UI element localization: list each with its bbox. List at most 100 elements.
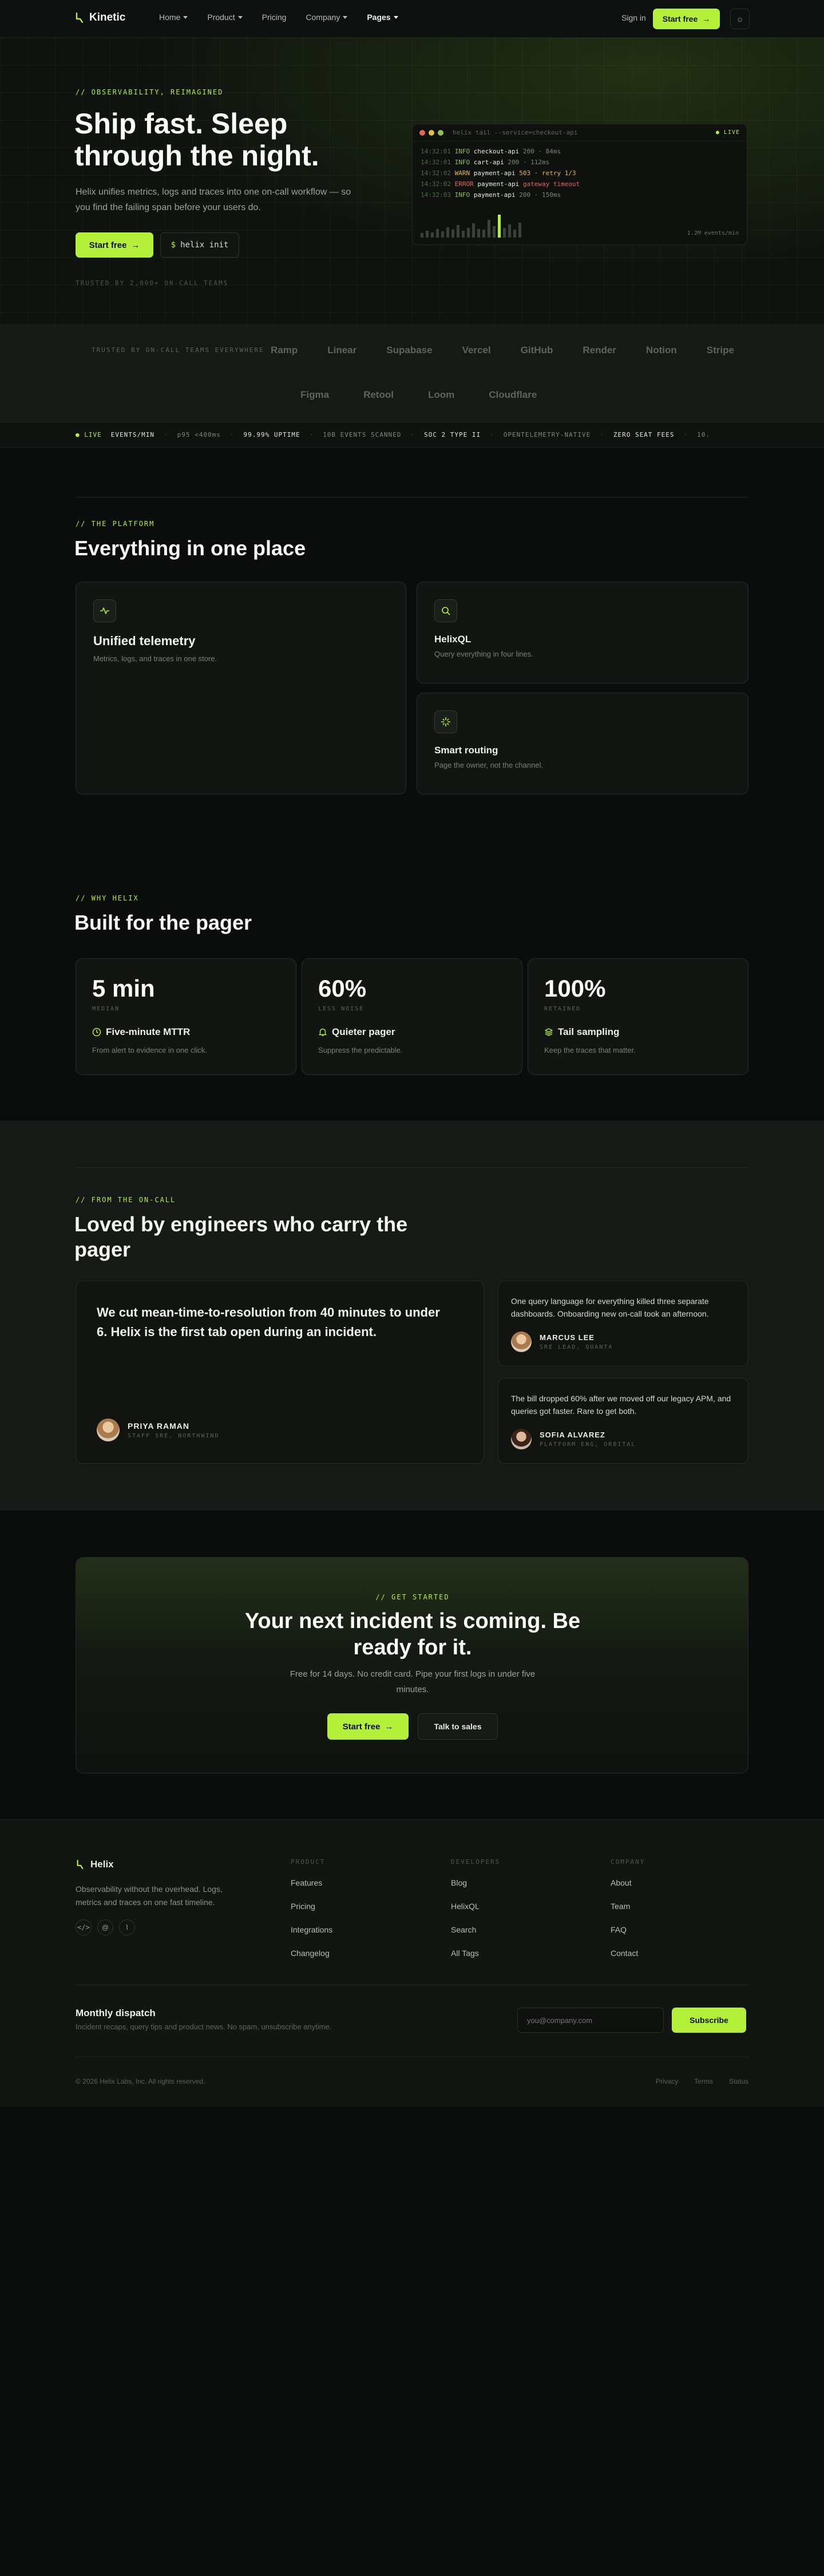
live-indicator: ● LIVE [715, 129, 740, 136]
testimonial-card: One query language for everything killed… [498, 1281, 748, 1366]
ticker-track: ● LIVE EVENTS/MIN · p95 <400ms · 99.99% UPTI… [76, 431, 710, 438]
cta-body: Free for 14 days. No credit card. Pipe y… [290, 1669, 536, 1694]
stat-head-label: Tail sampling [558, 1026, 620, 1037]
sparkline-bar [441, 231, 444, 238]
stat-desc: Keep the traces that matter. [544, 1046, 636, 1054]
helix-init-button[interactable]: $ helix init [160, 232, 239, 258]
code-icon[interactable]: </> [76, 1919, 92, 1935]
stat-sub: RETAINED [544, 1006, 581, 1012]
log-line: 14:32:01 INFO cart-api 200 · 112ms [421, 157, 739, 168]
log-ts: 14:32:02 [421, 169, 451, 177]
testimonial-author: PRIYA RAMAN STAFF SRE, NORTHWIND [97, 1419, 219, 1441]
rss-icon[interactable]: ⌇ [119, 1919, 135, 1935]
log-level: WARN [454, 169, 470, 177]
stat-number: 5 min [92, 975, 155, 1002]
company-logo: Stripe [706, 345, 734, 355]
log-ts: 14:32:02 [421, 180, 451, 188]
footer-link[interactable]: FAQ [611, 1925, 645, 1949]
footer-link[interactable]: Blog [451, 1878, 500, 1902]
why-title: Built for the pager [74, 911, 252, 934]
company-logo: Figma [300, 389, 330, 400]
feature-card-helixql: HelixQL Query everything in four lines. [417, 582, 748, 683]
close-dot-icon [419, 129, 425, 136]
log-ts: 14:32:03 [421, 191, 451, 199]
legal-link-status[interactable]: Status [729, 2077, 748, 2085]
log-level: INFO [454, 191, 470, 199]
testimonials-eyebrow: // FROM THE ON-CALL [76, 1196, 176, 1204]
terminal-titlebar: helix tail --service=checkout-api ● LIVE [413, 124, 747, 141]
footer-link[interactable]: Changelog [291, 1949, 332, 1972]
platform-title: Everything in one place [74, 536, 306, 560]
arrow-right-icon: → [131, 240, 140, 250]
terminal-window: helix tail --service=checkout-api ● LIVE… [412, 124, 747, 245]
log-service: checkout-api [473, 148, 520, 155]
hero-start-free-button[interactable]: Start free → [76, 232, 153, 258]
log-service: payment-api [477, 180, 520, 188]
footer-link[interactable]: Search [451, 1925, 500, 1949]
nav-start-free-button[interactable]: Start free → [653, 9, 720, 29]
sparkline-bar [467, 228, 470, 238]
stat-card: 60% LESS NOISE Quieter pager Suppress th… [302, 958, 522, 1075]
stat-head: Five-minute MTTR [92, 1026, 190, 1038]
sparkline-bar [462, 231, 465, 238]
hero-title: Ship fast. Sleep through the night. [74, 108, 319, 172]
footer-brand[interactable]: Helix [76, 1859, 114, 1870]
company-logo: Notion [645, 345, 677, 355]
log-msg: 200 · 84ms [522, 148, 561, 155]
nav-link-pages[interactable]: Pages [367, 13, 398, 22]
signin-link[interactable]: Sign in [621, 13, 646, 22]
nav-link-product[interactable]: Product [207, 13, 243, 22]
footer-link[interactable]: Contact [611, 1949, 645, 1972]
stat-desc: Suppress the predictable. [318, 1046, 403, 1054]
sparkline-bar [518, 223, 521, 238]
avatar [511, 1332, 532, 1352]
chevron-down-icon [183, 15, 188, 19]
stat-number: 60% [318, 975, 367, 1002]
company-logo: Retool [363, 389, 394, 400]
company-logo: Render [583, 345, 616, 355]
ticker-item: OPENTELEMETRY-NATIVE [503, 431, 591, 438]
subscribe-button[interactable]: Subscribe [672, 2008, 746, 2033]
copyright: © 2026 Helix Labs, Inc. All rights reser… [76, 2077, 205, 2085]
layers-icon [545, 1028, 553, 1036]
log-line: 14:32:03 INFO payment-api 200 · 150ms [421, 189, 739, 200]
sun-icon: ☼ [736, 14, 744, 24]
stats-row: 5 min MEDIAN Five-minute MTTR From alert… [76, 958, 748, 1075]
legal-link-terms[interactable]: Terms [694, 2077, 713, 2085]
footer-link[interactable]: Team [611, 1902, 645, 1925]
theme-toggle-button[interactable]: ☼ [730, 9, 750, 29]
brand-logo[interactable]: Kinetic [74, 11, 125, 24]
newsletter-email-input[interactable] [517, 2008, 664, 2033]
author-role: STAFF SRE, NORTHWIND [128, 1432, 220, 1439]
at-icon[interactable]: @ [97, 1919, 113, 1935]
footer-link[interactable]: About [611, 1878, 645, 1902]
footer-column: DEVELOPERS Blog HelixQL Search All Tags [451, 1858, 500, 1972]
legal-links: Privacy Terms Status [656, 2077, 748, 2085]
logo-row: Ramp Linear Supabase Vercel GitHub Render Noti… [271, 345, 734, 356]
footer-link[interactable]: HelixQL [451, 1902, 500, 1925]
footer-column-heading: DEVELOPERS [451, 1858, 501, 1866]
nav-link-pricing[interactable]: Pricing [262, 13, 287, 22]
company-logo: Vercel [462, 345, 491, 355]
footer-tagline: Observability without the overhead. Logs… [76, 1884, 223, 1907]
footer-link[interactable]: Integrations [291, 1925, 332, 1949]
footer-link[interactable]: Pricing [291, 1902, 332, 1925]
sparkline-bar [498, 215, 501, 238]
footer-link[interactable]: All Tags [451, 1949, 500, 1972]
footer-link[interactable]: Features [291, 1878, 332, 1902]
stat-sub: LESS NOISE [318, 1006, 365, 1012]
nav-link-company[interactable]: Company [306, 13, 348, 22]
arrow-right-icon: → [702, 14, 711, 23]
sparkline-bar [513, 230, 516, 238]
talk-to-sales-button[interactable]: Talk to sales [418, 1713, 498, 1740]
stat-card: 5 min MEDIAN Five-minute MTTR From alert… [76, 958, 296, 1075]
log-service: payment-api [473, 191, 516, 199]
stat-sub: MEDIAN [92, 1006, 120, 1012]
stat-head-label: Five-minute MTTR [106, 1026, 191, 1037]
legal-link-privacy[interactable]: Privacy [656, 2077, 678, 2085]
cta-start-free-button[interactable]: Start free → [327, 1713, 409, 1740]
bolt-icon [77, 1859, 84, 1870]
nav-link-home[interactable]: Home [159, 13, 188, 22]
testimonial-author: SOFIA ALVAREZ PLATFORM ENG, ORBITAL [511, 1429, 636, 1449]
log-level: INFO [454, 159, 470, 166]
